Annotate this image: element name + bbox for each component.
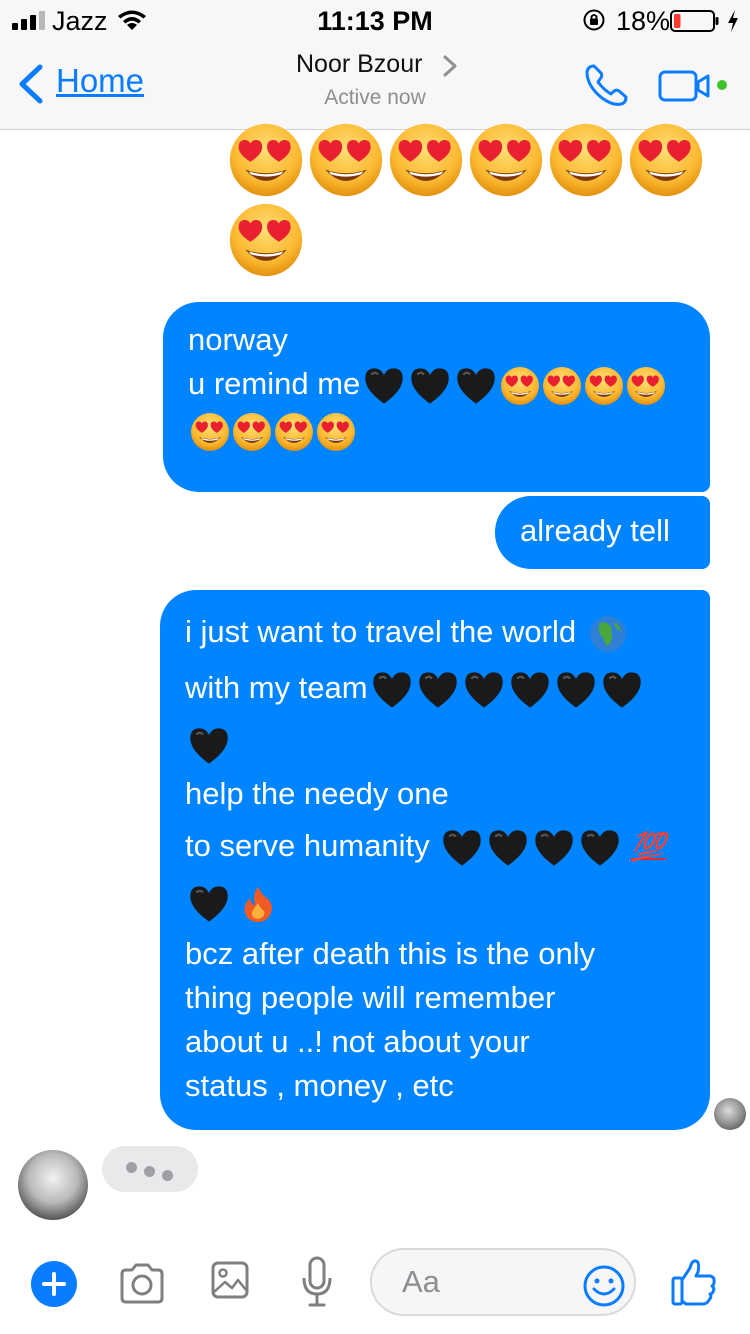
message-text-line: i just want to travel the world bbox=[185, 610, 688, 666]
message-text-line: to serve humanity 💯 bbox=[185, 824, 688, 880]
message-emoji-line bbox=[185, 722, 688, 772]
chevron-right-icon[interactable] bbox=[442, 54, 458, 78]
fire-icon bbox=[244, 886, 272, 922]
message-text: norway bbox=[188, 322, 288, 357]
black-heart-icon bbox=[457, 368, 495, 404]
message-text: i just want to travel the world bbox=[185, 614, 577, 649]
typing-dot bbox=[144, 1166, 155, 1177]
heart-eyes-emoji-icon bbox=[229, 123, 303, 197]
black-heart-icon bbox=[190, 886, 228, 922]
message-text-line: u remind me bbox=[188, 362, 688, 408]
heart-eyes-emoji-icon bbox=[501, 366, 540, 405]
black-heart-icon bbox=[411, 368, 449, 404]
orientation-lock-icon bbox=[583, 9, 605, 31]
battery-icon bbox=[670, 10, 719, 32]
camera-icon[interactable] bbox=[118, 1260, 166, 1308]
message-text: already tell bbox=[520, 513, 670, 548]
heart-eyes-emoji-icon bbox=[549, 123, 623, 197]
emoji-smiley-icon[interactable] bbox=[582, 1264, 626, 1308]
black-heart-icon bbox=[510, 672, 549, 708]
message-text: u remind me bbox=[188, 366, 361, 401]
thumbs-up-icon[interactable] bbox=[670, 1256, 718, 1308]
black-heart-icon bbox=[464, 672, 503, 708]
black-heart-icon bbox=[190, 728, 228, 764]
message-emoji-line bbox=[185, 880, 688, 932]
heart-eyes-emoji-icon bbox=[309, 123, 383, 197]
heart-eyes-emoji-icon bbox=[191, 412, 229, 451]
message-text: help the needy one bbox=[185, 776, 449, 811]
message-text: thing people will remember bbox=[185, 980, 556, 1015]
read-receipt-avatar bbox=[714, 1098, 746, 1130]
heart-eyes-emoji-icon bbox=[469, 123, 543, 197]
status-bar: Jazz 11:13 PM 18% bbox=[0, 0, 750, 40]
emoji-message[interactable] bbox=[228, 122, 718, 282]
heart-eyes-emoji-icon bbox=[233, 412, 271, 451]
heart-eyes-emoji-icon bbox=[629, 123, 703, 197]
heart-eyes-emoji-icon bbox=[389, 123, 463, 197]
message-text: about u ..! not about your bbox=[185, 1024, 530, 1059]
black-heart-icon bbox=[372, 672, 411, 708]
contact-status: Active now bbox=[324, 86, 426, 109]
black-heart-icon bbox=[556, 672, 595, 708]
message-bubble-outgoing[interactable]: already tell bbox=[495, 496, 710, 569]
heart-eyes-emoji-icon bbox=[543, 366, 582, 405]
message-composer: Aa bbox=[0, 1238, 750, 1334]
message-text-line: with my team bbox=[185, 666, 688, 722]
black-heart-icon bbox=[489, 830, 527, 866]
photo-gallery-icon[interactable] bbox=[210, 1260, 250, 1300]
black-heart-icon bbox=[581, 830, 619, 866]
message-text: status , money , etc bbox=[185, 1068, 454, 1103]
message-placeholder: Aa bbox=[402, 1264, 440, 1299]
typing-indicator bbox=[102, 1146, 198, 1192]
typing-dot bbox=[126, 1162, 137, 1173]
black-heart-icon bbox=[365, 368, 403, 404]
hundred-points-icon: 💯 bbox=[630, 831, 666, 862]
charging-bolt-icon bbox=[728, 10, 738, 32]
plus-icon[interactable] bbox=[31, 1261, 77, 1307]
globe-africa-icon bbox=[589, 615, 626, 652]
message-text: to serve humanity bbox=[185, 828, 430, 863]
heart-eyes-emoji-icon bbox=[317, 412, 355, 451]
heart-eyes-emoji-icon bbox=[585, 366, 624, 405]
heart-eyes-emoji-icon bbox=[627, 366, 666, 405]
black-heart-icon bbox=[418, 672, 457, 708]
plus-glyph bbox=[42, 1272, 66, 1296]
video-camera-icon[interactable] bbox=[658, 68, 714, 104]
contact-avatar[interactable] bbox=[18, 1150, 88, 1220]
heart-eyes-emoji-icon bbox=[229, 203, 303, 277]
message-text: with my team bbox=[185, 670, 368, 705]
active-status-dot bbox=[717, 80, 727, 90]
phone-icon[interactable] bbox=[582, 60, 630, 108]
conversation-header: Home Noor Bzour Active now bbox=[0, 40, 750, 130]
black-heart-icon bbox=[535, 830, 573, 866]
battery-percentage: 18% bbox=[616, 6, 671, 36]
typing-dot bbox=[162, 1170, 173, 1181]
black-heart-icon bbox=[602, 672, 641, 708]
black-heart-icon bbox=[443, 830, 481, 866]
contact-name[interactable]: Noor Bzour bbox=[296, 50, 422, 79]
heart-eyes-emoji-icon bbox=[275, 412, 313, 451]
message-bubble-outgoing[interactable]: i just want to travel the world with my … bbox=[160, 590, 710, 1130]
message-emoji-line bbox=[188, 408, 688, 452]
message-bubble-outgoing[interactable]: norway u remind me bbox=[163, 302, 710, 492]
message-text: bcz after death this is the only bbox=[185, 936, 596, 971]
microphone-icon[interactable] bbox=[300, 1256, 334, 1308]
